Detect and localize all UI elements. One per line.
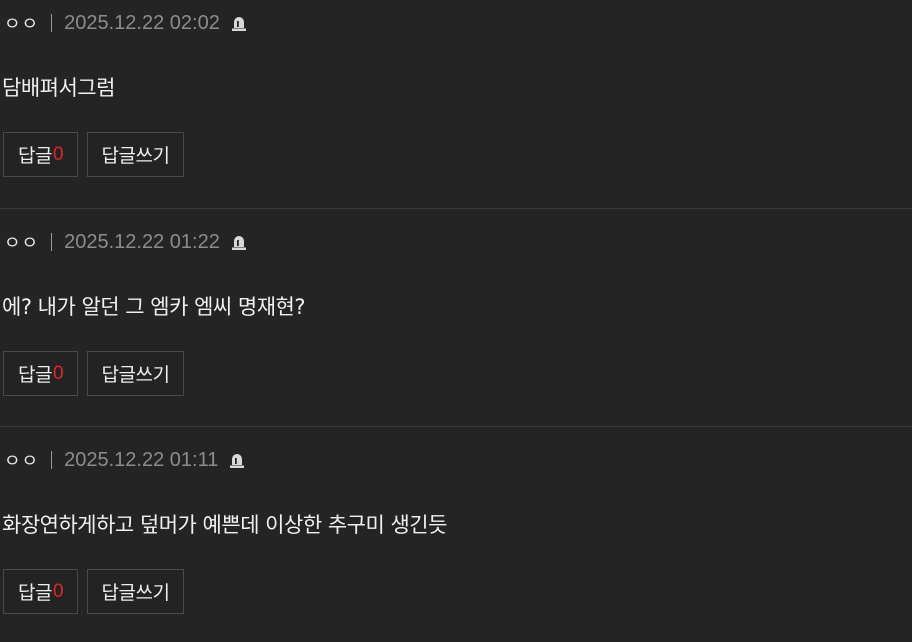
comment-item: ㅇㅇ 2025.12.22 01:22 에? 내가 알던 그 엠카 엠씨 명재현… [0, 208, 912, 424]
comment-author[interactable]: ㅇㅇ [4, 229, 39, 255]
meta-divider [51, 14, 53, 32]
write-reply-button[interactable]: 답글쓰기 [87, 569, 184, 614]
comment-text: 화장연하게하고 덮머가 예쁜데 이상한 추구미 생긴듯 [2, 513, 447, 537]
comment-date: 2025.12.22 02:02 [64, 11, 220, 34]
write-reply-button[interactable]: 답글쓰기 [87, 351, 184, 396]
comment-item: ㅇㅇ 2025.12.22 02:02 담배펴서그럼 답글 0 답글쓰기 [0, 0, 912, 206]
comment-text: 담배펴서그럼 [2, 76, 115, 100]
write-reply-label: 답글쓰기 [101, 364, 170, 386]
comment-text: 에? 내가 알던 그 엠카 엠씨 명재현? [2, 295, 306, 319]
reply-label: 답글 [17, 145, 52, 167]
siren-icon[interactable] [228, 451, 246, 469]
comment-author[interactable]: ㅇㅇ [4, 10, 39, 36]
meta-divider [51, 451, 53, 469]
reply-count: 0 [52, 580, 64, 602]
siren-icon[interactable] [230, 14, 248, 32]
comment-item: ㅇㅇ 2025.12.22 01:11 화장연하게하고 덮머가 예쁜데 이상한 … [0, 426, 912, 642]
reply-label: 답글 [17, 364, 52, 386]
reply-count: 0 [52, 143, 64, 165]
reply-button[interactable]: 답글 0 [3, 132, 78, 177]
reply-button[interactable]: 답글 0 [3, 569, 78, 614]
write-reply-button[interactable]: 답글쓰기 [87, 132, 184, 177]
reply-button[interactable]: 답글 0 [3, 351, 78, 396]
comment-meta: ㅇㅇ 2025.12.22 02:02 [4, 10, 248, 36]
reply-count: 0 [52, 362, 64, 384]
comment-meta: ㅇㅇ 2025.12.22 01:22 [4, 229, 248, 255]
comment-meta: ㅇㅇ 2025.12.22 01:11 [4, 447, 246, 473]
comment-date: 2025.12.22 01:22 [64, 230, 220, 253]
comment-date: 2025.12.22 01:11 [64, 448, 219, 471]
meta-divider [51, 233, 53, 251]
comment-author[interactable]: ㅇㅇ [4, 447, 39, 473]
write-reply-label: 답글쓰기 [101, 145, 170, 167]
reply-label: 답글 [17, 582, 52, 604]
write-reply-label: 답글쓰기 [101, 582, 170, 604]
siren-icon[interactable] [230, 233, 248, 251]
